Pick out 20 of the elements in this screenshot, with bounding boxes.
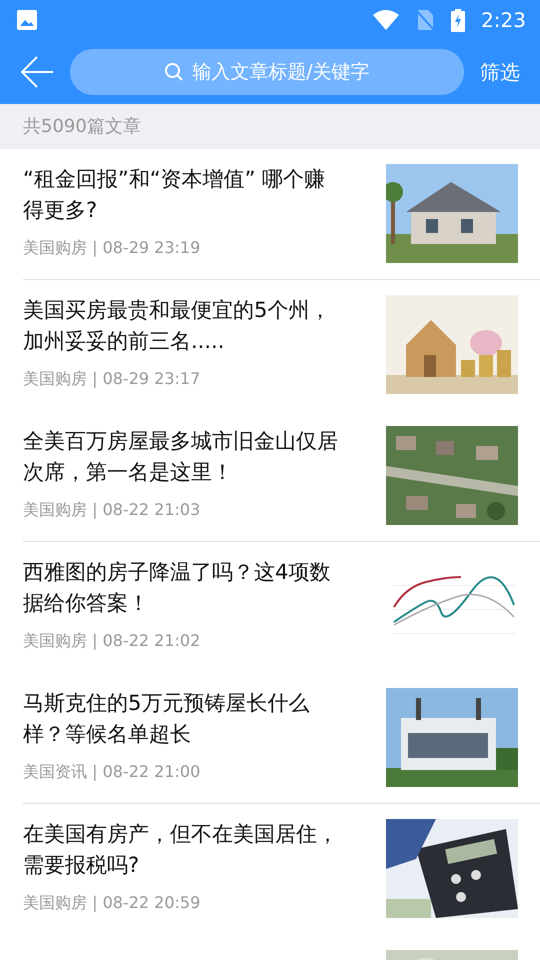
article-meta: 美国购房 | 08-29 23:17 — [23, 368, 202, 390]
article-count: 共5090篇文章 — [23, 115, 141, 139]
article-meta: 美国购房 | 08-29 23:19 — [23, 237, 202, 259]
article-title[interactable]: 全美百万房屋最多城市旧金山仅居次席，第一名是这里！ — [23, 426, 343, 488]
article-title[interactable]: 西雅图的房子降温了吗？这4项数据给你答案！ — [23, 557, 343, 619]
article-title[interactable]: 在美国有房产，但不在美国居住，需要报税吗? — [23, 819, 343, 881]
clock-time: 2:23 — [481, 7, 526, 34]
article-meta: 美国购房 | 08-22 21:03 — [23, 499, 202, 521]
article-meta: 美国购房 | 08-22 20:59 — [23, 892, 202, 914]
back-arrow-icon[interactable] — [20, 55, 54, 89]
article-meta: 美国购房 | 08-22 21:02 — [23, 630, 202, 652]
article-meta: 美国资讯 | 08-22 21:00 — [23, 761, 202, 783]
no-sim-icon — [415, 9, 436, 31]
article-title[interactable]: “租金回报”和“资本增值” 哪个赚得更多? — [23, 164, 343, 226]
article-title[interactable]: 美国买房最贵和最便宜的5个州，加州妥妥的前三名..... — [23, 295, 343, 357]
battery-charging-icon — [451, 8, 466, 32]
wifi-icon — [373, 10, 400, 30]
article-title[interactable]: 马斯克住的5万元预铸屋长什么样？等候名单超长 — [23, 688, 343, 750]
search-icon — [164, 62, 184, 82]
image-icon — [16, 9, 38, 31]
